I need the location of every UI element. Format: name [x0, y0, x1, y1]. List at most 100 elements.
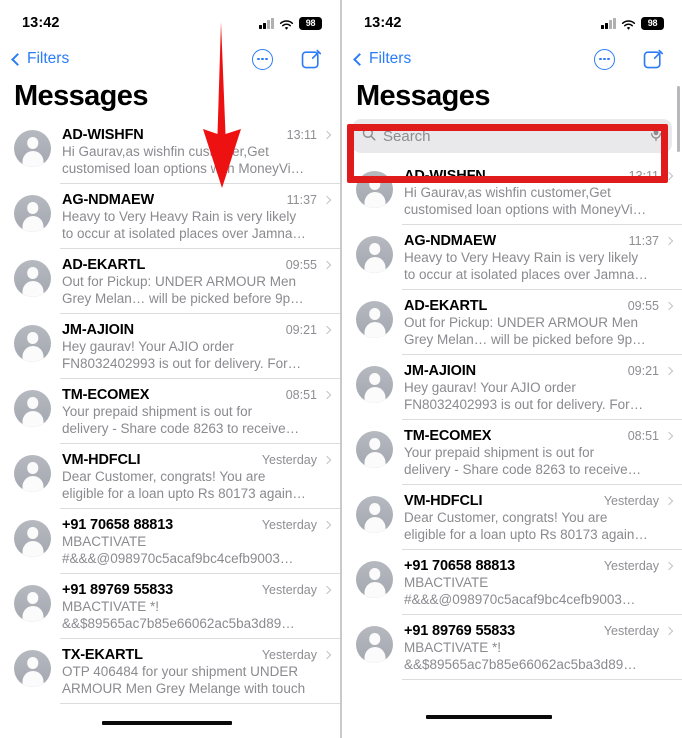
message-preview: Out for Pickup: UNDER ARMOUR Men Grey Me… — [62, 274, 330, 307]
microphone-icon[interactable] — [650, 126, 662, 147]
page-title: Messages — [356, 80, 490, 112]
chevron-right-icon — [664, 301, 674, 311]
message-time: Yesterday — [261, 518, 317, 532]
circle-ellipsis-icon[interactable] — [252, 48, 273, 70]
message-preview: Your prepaid shipment is out for deliver… — [404, 445, 672, 478]
message-sender: +91 70658 88813 — [62, 517, 174, 533]
avatar — [14, 455, 51, 492]
message-preview: Hey gaurav! Your AJIO order FN8032402993… — [62, 339, 330, 372]
status-clock: 13:42 — [364, 15, 402, 31]
message-time: 09:55 — [627, 299, 659, 313]
chevron-right-icon — [322, 195, 332, 205]
message-row[interactable]: JM-AJIOIN 09:21 Hey gaurav! Your AJIO or… — [0, 314, 340, 379]
phone-screenshot-right: 13:42 98 Filters Messages Search AD-WISH… — [341, 0, 682, 738]
status-indicators: 98 — [601, 16, 664, 30]
message-row[interactable]: VM-HDFCLI Yesterday Dear Customer, congr… — [0, 444, 340, 509]
message-row[interactable]: VM-HDFCLI Yesterday Dear Customer, congr… — [342, 485, 682, 550]
message-row[interactable]: TX-EKARTL Yesterday OTP 406484 for your … — [0, 639, 340, 704]
compose-icon[interactable] — [301, 49, 322, 70]
preview-line: ARMOUR Men Grey Melange with touch — [62, 680, 306, 696]
message-row[interactable]: +91 70658 88813 Yesterday MBACTIVATE #&&… — [0, 509, 340, 574]
chevron-right-icon — [322, 520, 332, 530]
message-preview: Heavy to Very Heavy Rain is very likely … — [404, 250, 672, 283]
preview-line: Your prepaid shipment is out for — [404, 445, 595, 460]
status-indicators: 98 — [259, 16, 322, 30]
preview-line: Dear Customer, congrats! You are — [404, 510, 608, 525]
chevron-right-icon — [664, 171, 674, 181]
red-down-arrow — [196, 22, 248, 193]
message-preview: MBACTIVATE *! &&$89565ac7b85e66062ac5ba3… — [62, 599, 330, 632]
nav-bar-right: Filters — [342, 40, 682, 78]
chevron-left-icon — [353, 52, 366, 66]
preview-line: MBACTIVATE *! — [404, 640, 502, 655]
wifi-icon — [279, 18, 294, 30]
message-row[interactable]: +91 70658 88813 Yesterday MBACTIVATE #&&… — [342, 550, 682, 615]
message-preview: Hi Gaurav,as wishfin customer,Get custom… — [404, 185, 672, 218]
preview-line: Heavy to Very Heavy Rain is very likely — [62, 209, 297, 224]
preview-line: Heavy to Very Heavy Rain is very likely — [404, 250, 639, 265]
preview-line: #&&&@098970c5acaf9bc4cefb9003… — [62, 550, 294, 566]
avatar — [356, 496, 393, 533]
message-row[interactable]: TM-ECOMEX 08:51 Your prepaid shipment is… — [342, 420, 682, 485]
signal-bars-icon — [601, 17, 616, 29]
redaction-bar — [102, 721, 232, 725]
circle-ellipsis-icon[interactable] — [594, 48, 615, 70]
preview-line: &&$89565ac7b85e66062ac5ba3d89… — [404, 656, 637, 672]
chevron-right-icon — [322, 260, 332, 270]
message-row[interactable]: +91 89769 55833 Yesterday MBACTIVATE *! … — [0, 574, 340, 639]
message-time: 08:51 — [285, 388, 317, 402]
message-time: 11:37 — [628, 234, 659, 248]
status-bar-left: 13:42 98 — [0, 0, 340, 40]
preview-line: MBACTIVATE — [404, 575, 489, 590]
screenshot-stage: 13:42 98 Filters Messages AD-WISHFN 13:1… — [0, 0, 682, 738]
preview-line: Hey gaurav! Your AJIO order — [62, 339, 234, 354]
search-placeholder: Search — [383, 127, 431, 145]
message-row[interactable]: AG-NDMAEW 11:37 Heavy to Very Heavy Rain… — [0, 184, 340, 249]
message-time: Yesterday — [603, 494, 659, 508]
scrollbar[interactable] — [677, 86, 680, 152]
message-sender: TX-EKARTL — [62, 647, 143, 663]
message-row[interactable]: JM-AJIOIN 09:21 Hey gaurav! Your AJIO or… — [342, 355, 682, 420]
message-list-right: AD-WISHFN 13:11 Hi Gaurav,as wishfin cus… — [342, 160, 682, 680]
avatar — [14, 520, 51, 557]
search-bar-container: Search — [342, 115, 682, 160]
chevron-right-icon — [664, 496, 674, 506]
avatar — [356, 626, 393, 663]
chevron-right-icon — [664, 626, 674, 636]
avatar — [356, 366, 393, 403]
message-time: 09:21 — [285, 323, 317, 337]
avatar — [356, 171, 393, 208]
message-row[interactable]: +91 89769 55833 Yesterday MBACTIVATE *! … — [342, 615, 682, 680]
search-input[interactable]: Search — [352, 119, 672, 153]
message-sender: +91 89769 55833 — [404, 623, 516, 639]
redaction-bar — [426, 715, 552, 719]
message-sender: +91 70658 88813 — [404, 558, 516, 574]
message-row[interactable]: AD-EKARTL 09:55 Out for Pickup: UNDER AR… — [342, 290, 682, 355]
message-preview: Your prepaid shipment is out for deliver… — [62, 404, 330, 437]
message-sender: AD-WISHFN — [62, 127, 144, 143]
message-row[interactable]: AD-WISHFN 13:11 Hi Gaurav,as wishfin cus… — [0, 119, 340, 184]
preview-line: Hey gaurav! Your AJIO order — [404, 380, 576, 395]
preview-line: MBACTIVATE — [62, 534, 147, 549]
magnifier-icon — [362, 127, 376, 146]
back-button-filters[interactable]: Filters — [10, 50, 69, 68]
chevron-right-icon — [664, 561, 674, 571]
message-preview: MBACTIVATE *! &&$89565ac7b85e66062ac5ba3… — [404, 640, 672, 673]
message-row[interactable]: TM-ECOMEX 08:51 Your prepaid shipment is… — [0, 379, 340, 444]
compose-icon[interactable] — [643, 49, 664, 70]
status-bar-right: 13:42 98 — [342, 0, 682, 40]
phone-screenshot-left: 13:42 98 Filters Messages AD-WISHFN 13:1… — [0, 0, 341, 738]
message-preview: Hey gaurav! Your AJIO order FN8032402993… — [404, 380, 672, 413]
chevron-right-icon — [664, 236, 674, 246]
message-preview: MBACTIVATE #&&&@098970c5acaf9bc4cefb9003… — [404, 575, 672, 608]
back-button-filters[interactable]: Filters — [352, 50, 411, 68]
preview-line: Out for Pickup: UNDER ARMOUR Men — [404, 315, 639, 330]
preview-line: &&$89565ac7b85e66062ac5ba3d89… — [62, 615, 295, 631]
preview-line: Grey Melan… will be picked before 9p… — [404, 331, 646, 347]
message-row[interactable]: AD-EKARTL 09:55 Out for Pickup: UNDER AR… — [0, 249, 340, 314]
status-clock: 13:42 — [22, 15, 60, 31]
message-row[interactable]: AD-WISHFN 13:11 Hi Gaurav,as wishfin cus… — [342, 160, 682, 225]
message-row[interactable]: AG-NDMAEW 11:37 Heavy to Very Heavy Rain… — [342, 225, 682, 290]
message-list-left: AD-WISHFN 13:11 Hi Gaurav,as wishfin cus… — [0, 119, 340, 704]
message-time: 13:11 — [286, 128, 317, 142]
